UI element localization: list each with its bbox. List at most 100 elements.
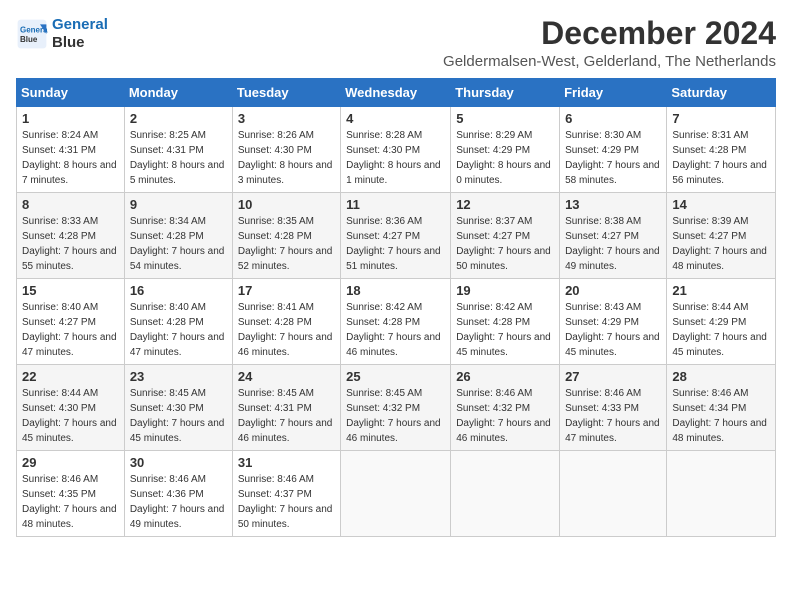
day-number: 8 [22, 197, 119, 212]
calendar-cell: 24 Sunrise: 8:45 AMSunset: 4:31 PMDayligh… [232, 365, 340, 451]
day-info: Sunrise: 8:46 AMSunset: 4:36 PMDaylight:… [130, 472, 227, 532]
calendar-cell: 18 Sunrise: 8:42 AMSunset: 4:28 PMDayligh… [341, 279, 451, 365]
day-number: 20 [565, 283, 661, 298]
calendar-week-4: 22Sunrise: 8:44 AMSunset: 4:30 PMDayligh… [17, 365, 776, 451]
day-info: Sunrise: 8:37 AMSunset: 4:27 PMDaylight:… [456, 214, 554, 274]
calendar-cell: 31 Sunrise: 8:46 AMSunset: 4:37 PMDayligh… [232, 451, 340, 537]
location: Geldermalsen-West, Gelderland, The Nethe… [443, 53, 776, 70]
svg-text:Blue: Blue [20, 35, 38, 44]
logo-icon: General Blue [16, 18, 48, 50]
day-number: 1 [22, 111, 119, 126]
day-info: Sunrise: 8:42 AMSunset: 4:28 PMDaylight:… [456, 300, 554, 360]
calendar-cell [560, 451, 667, 537]
day-info: Sunrise: 8:40 AMSunset: 4:27 PMDaylight:… [22, 300, 119, 360]
page-header: General Blue General Blue December 2024 … [16, 16, 776, 70]
calendar-cell: 5Sunrise: 8:29 AMSunset: 4:29 PMDaylight… [451, 107, 560, 193]
calendar-cell: 28 Sunrise: 8:46 AMSunset: 4:34 PMDayligh… [667, 365, 776, 451]
day-info: Sunrise: 8:26 AMSunset: 4:30 PMDaylight:… [238, 128, 335, 188]
day-info: Sunrise: 8:30 AMSunset: 4:29 PMDaylight:… [565, 128, 661, 188]
calendar-cell: 10 Sunrise: 8:35 AMSunset: 4:28 PMDayligh… [232, 193, 340, 279]
calendar-cell: 7 Sunrise: 8:31 AMSunset: 4:28 PMDaylight… [667, 107, 776, 193]
weekday-header-thursday: Thursday [451, 79, 560, 107]
day-number: 26 [456, 369, 554, 384]
day-number: 28 [672, 369, 770, 384]
day-number: 6 [565, 111, 661, 126]
day-info: Sunrise: 8:45 AMSunset: 4:32 PMDaylight:… [346, 386, 445, 446]
day-info: Sunrise: 8:46 AMSunset: 4:33 PMDaylight:… [565, 386, 661, 446]
day-number: 3 [238, 111, 335, 126]
day-info: Sunrise: 8:43 AMSunset: 4:29 PMDaylight:… [565, 300, 661, 360]
day-number: 4 [346, 111, 445, 126]
calendar-week-3: 15 Sunrise: 8:40 AMSunset: 4:27 PMDayligh… [17, 279, 776, 365]
weekday-header-tuesday: Tuesday [232, 79, 340, 107]
calendar-cell: 4 Sunrise: 8:28 AMSunset: 4:30 PMDaylight… [341, 107, 451, 193]
day-number: 22 [22, 369, 119, 384]
day-number: 15 [22, 283, 119, 298]
day-number: 17 [238, 283, 335, 298]
day-info: Sunrise: 8:46 AMSunset: 4:34 PMDaylight:… [672, 386, 770, 446]
day-number: 24 [238, 369, 335, 384]
day-info: Sunrise: 8:36 AMSunset: 4:27 PMDaylight:… [346, 214, 445, 274]
calendar-cell [341, 451, 451, 537]
calendar-cell: 20 Sunrise: 8:43 AMSunset: 4:29 PMDayligh… [560, 279, 667, 365]
calendar-table: SundayMondayTuesdayWednesdayThursdayFrid… [16, 78, 776, 537]
day-info: Sunrise: 8:38 AMSunset: 4:27 PMDaylight:… [565, 214, 661, 274]
calendar-cell [667, 451, 776, 537]
day-info: Sunrise: 8:34 AMSunset: 4:28 PMDaylight:… [130, 214, 227, 274]
day-number: 19 [456, 283, 554, 298]
weekday-header-wednesday: Wednesday [341, 79, 451, 107]
day-info: Sunrise: 8:46 AMSunset: 4:32 PMDaylight:… [456, 386, 554, 446]
day-info: Sunrise: 8:40 AMSunset: 4:28 PMDaylight:… [130, 300, 227, 360]
calendar-cell: 3 Sunrise: 8:26 AMSunset: 4:30 PMDaylight… [232, 107, 340, 193]
calendar-cell: 27 Sunrise: 8:46 AMSunset: 4:33 PMDayligh… [560, 365, 667, 451]
calendar-cell: 16 Sunrise: 8:40 AMSunset: 4:28 PMDayligh… [124, 279, 232, 365]
day-number: 29 [22, 455, 119, 470]
day-number: 18 [346, 283, 445, 298]
day-number: 21 [672, 283, 770, 298]
day-info: Sunrise: 8:39 AMSunset: 4:27 PMDaylight:… [672, 214, 770, 274]
calendar-cell [451, 451, 560, 537]
weekday-header-monday: Monday [124, 79, 232, 107]
day-info: Sunrise: 8:25 AMSunset: 4:31 PMDaylight:… [130, 128, 227, 188]
calendar-cell: 13 Sunrise: 8:38 AMSunset: 4:27 PMDayligh… [560, 193, 667, 279]
day-number: 30 [130, 455, 227, 470]
day-number: 7 [672, 111, 770, 126]
day-info: Sunrise: 8:35 AMSunset: 4:28 PMDaylight:… [238, 214, 335, 274]
day-number: 31 [238, 455, 335, 470]
calendar-cell: 1 Sunrise: 8:24 AMSunset: 4:31 PMDaylight… [17, 107, 125, 193]
calendar-cell: 11 Sunrise: 8:36 AMSunset: 4:27 PMDayligh… [341, 193, 451, 279]
day-number: 10 [238, 197, 335, 212]
day-info: Sunrise: 8:31 AMSunset: 4:28 PMDaylight:… [672, 128, 770, 188]
day-number: 12 [456, 197, 554, 212]
day-number: 9 [130, 197, 227, 212]
calendar-cell: 23Sunrise: 8:45 AMSunset: 4:30 PMDayligh… [124, 365, 232, 451]
day-info: Sunrise: 8:45 AMSunset: 4:31 PMDaylight:… [238, 386, 335, 446]
calendar-cell: 26 Sunrise: 8:46 AMSunset: 4:32 PMDayligh… [451, 365, 560, 451]
day-info: Sunrise: 8:46 AMSunset: 4:35 PMDaylight:… [22, 472, 119, 532]
day-number: 13 [565, 197, 661, 212]
calendar-cell: 25Sunrise: 8:45 AMSunset: 4:32 PMDayligh… [341, 365, 451, 451]
calendar-cell: 15 Sunrise: 8:40 AMSunset: 4:27 PMDayligh… [17, 279, 125, 365]
day-info: Sunrise: 8:42 AMSunset: 4:28 PMDaylight:… [346, 300, 445, 360]
calendar-week-1: 1 Sunrise: 8:24 AMSunset: 4:31 PMDaylight… [17, 107, 776, 193]
day-number: 16 [130, 283, 227, 298]
calendar-cell: 9 Sunrise: 8:34 AMSunset: 4:28 PMDaylight… [124, 193, 232, 279]
day-number: 27 [565, 369, 661, 384]
day-info: Sunrise: 8:41 AMSunset: 4:28 PMDaylight:… [238, 300, 335, 360]
calendar-cell: 14 Sunrise: 8:39 AMSunset: 4:27 PMDayligh… [667, 193, 776, 279]
logo-text: General Blue [52, 16, 108, 52]
calendar-header-row: SundayMondayTuesdayWednesdayThursdayFrid… [17, 79, 776, 107]
day-number: 11 [346, 197, 445, 212]
day-info: Sunrise: 8:44 AMSunset: 4:29 PMDaylight:… [672, 300, 770, 360]
weekday-header-friday: Friday [560, 79, 667, 107]
calendar-cell: 12 Sunrise: 8:37 AMSunset: 4:27 PMDayligh… [451, 193, 560, 279]
day-info: Sunrise: 8:28 AMSunset: 4:30 PMDaylight:… [346, 128, 445, 188]
logo-line1: General [52, 16, 108, 33]
month-year: December 2024 [443, 16, 776, 51]
day-info: Sunrise: 8:46 AMSunset: 4:37 PMDaylight:… [238, 472, 335, 532]
calendar-cell: 2Sunrise: 8:25 AMSunset: 4:31 PMDaylight… [124, 107, 232, 193]
day-info: Sunrise: 8:24 AMSunset: 4:31 PMDaylight:… [22, 128, 119, 188]
logo: General Blue General Blue [16, 16, 108, 52]
weekday-header-sunday: Sunday [17, 79, 125, 107]
day-number: 14 [672, 197, 770, 212]
